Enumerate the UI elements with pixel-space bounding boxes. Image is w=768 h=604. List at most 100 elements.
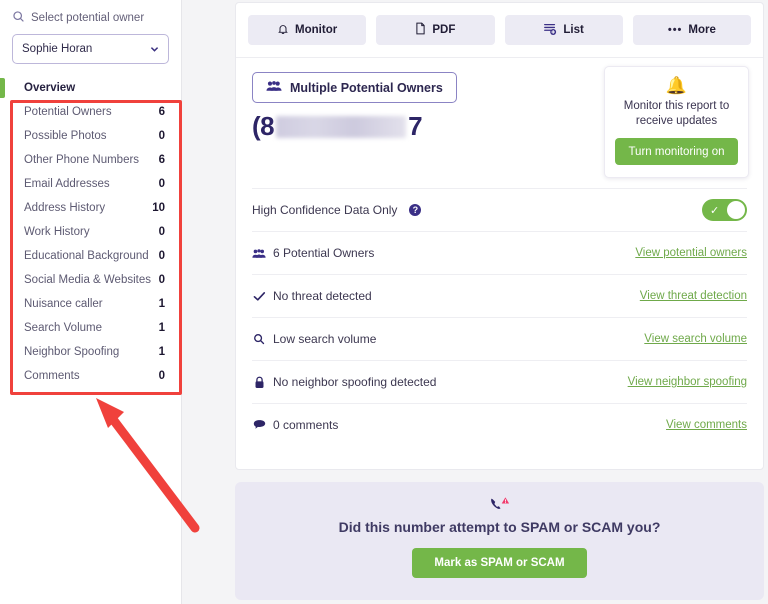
sidebar: Select potential owner Sophie Horan Over… [0, 0, 182, 604]
sidebar-item-count: 0 [158, 178, 165, 190]
sidebar-item-email-addresses[interactable]: Email Addresses 0 [0, 172, 181, 196]
phone-alert-icon [488, 496, 512, 516]
owner-select-dropdown[interactable]: Sophie Horan [12, 34, 169, 64]
view-potential-owners-link[interactable]: View potential owners [635, 247, 747, 259]
multiple-potential-owners-badge[interactable]: Multiple Potential Owners [252, 72, 457, 103]
sidebar-item-label: Email Addresses [24, 178, 110, 190]
sidebar-item-possible-photos[interactable]: Possible Photos 0 [0, 124, 181, 148]
monitor-promo-card: 🔔 Monitor this report to receive updates… [604, 66, 749, 178]
sidebar-item-count: 0 [158, 130, 165, 142]
view-neighbor-spoofing-link[interactable]: View neighbor spoofing [628, 376, 747, 388]
report-summary-rows: High Confidence Data Only ? ✓ 6 Potentia… [236, 188, 763, 446]
sidebar-item-count: 10 [152, 202, 165, 214]
turn-monitoring-on-button[interactable]: Turn monitoring on [615, 138, 738, 165]
sidebar-item-label: Educational Background [24, 250, 149, 262]
row-text: No threat detected [273, 289, 372, 303]
sidebar-item-count: 0 [158, 274, 165, 286]
high-confidence-row: High Confidence Data Only ? ✓ [252, 188, 747, 231]
sidebar-item-label: Potential Owners [24, 106, 112, 118]
row-left: Low search volume [252, 332, 376, 346]
sidebar-item-count: 0 [158, 250, 165, 262]
sidebar-item-search-volume[interactable]: Search Volume 1 [0, 316, 181, 340]
phone-number-redacted [276, 115, 407, 138]
phone-number-prefix: (8 [252, 111, 275, 141]
sidebar-item-label: Overview [24, 82, 76, 94]
mark-as-spam-button[interactable]: Mark as SPAM or SCAM [412, 548, 587, 578]
report-header: Multiple Potential Owners (8 7 🔔 Monitor… [236, 58, 763, 188]
row-left: No threat detected [252, 289, 372, 303]
select-owner-label-text: Select potential owner [31, 12, 145, 24]
sidebar-item-count: 0 [158, 370, 165, 382]
row-left: No neighbor spoofing detected [252, 375, 436, 389]
document-icon [415, 22, 426, 38]
high-confidence-label: High Confidence Data Only [252, 203, 398, 217]
list-button[interactable]: List [504, 15, 623, 45]
sidebar-item-count: 1 [158, 322, 165, 334]
select-owner-label: Select potential owner [12, 10, 169, 26]
sidebar-item-social-media-websites[interactable]: Social Media & Websites 0 [0, 268, 181, 292]
sidebar-item-count: 0 [158, 226, 165, 238]
pdf-button[interactable]: PDF [376, 15, 495, 45]
lock-icon [252, 376, 266, 389]
sidebar-item-label: Nuisance caller [24, 298, 103, 310]
phone-number-suffix: 7 [408, 111, 423, 141]
sidebar-item-count: 6 [158, 154, 165, 166]
sidebar-item-neighbor-spoofing[interactable]: Neighbor Spoofing 1 [0, 340, 181, 364]
ellipsis-icon: ••• [667, 24, 683, 36]
owner-selector-section: Select potential owner Sophie Horan [0, 0, 181, 64]
sidebar-item-overview[interactable]: Overview [0, 76, 181, 100]
people-icon [252, 248, 266, 259]
report-toolbar: Monitor PDF List ••• More [236, 3, 763, 58]
sidebar-item-label: Other Phone Numbers [24, 154, 140, 166]
bell-icon [277, 23, 289, 38]
more-button[interactable]: ••• More [632, 15, 751, 45]
view-comments-link[interactable]: View comments [666, 419, 747, 431]
monitor-button[interactable]: Monitor [248, 15, 367, 45]
row-left: 6 Potential Owners [252, 246, 374, 260]
sidebar-item-educational-background[interactable]: Educational Background 0 [0, 244, 181, 268]
view-search-volume-link[interactable]: View search volume [644, 333, 747, 345]
row-text: Low search volume [273, 332, 377, 346]
sidebar-item-label: Neighbor Spoofing [24, 346, 120, 358]
row-text: 6 Potential Owners [273, 246, 375, 260]
sidebar-item-label: Address History [24, 202, 106, 214]
view-threat-detection-link[interactable]: View threat detection [640, 290, 747, 302]
app-root: Select potential owner Sophie Horan Over… [0, 0, 768, 604]
sidebar-item-other-phone-numbers[interactable]: Other Phone Numbers 6 [0, 148, 181, 172]
search-icon [252, 333, 266, 345]
sidebar-nav: Overview Potential Owners 6 Possible Pho… [0, 76, 181, 388]
spam-report-card: Did this number attempt to SPAM or SCAM … [235, 482, 764, 600]
sidebar-item-label: Work History [24, 226, 90, 238]
pdf-button-label: PDF [432, 24, 456, 36]
summary-row-comments: 0 comments View comments [252, 403, 747, 446]
report-card: Monitor PDF List ••• More Multiple Poten… [235, 2, 764, 470]
summary-row-potential-owners: 6 Potential Owners View potential owners [252, 231, 747, 274]
sidebar-item-count: 6 [158, 106, 165, 118]
sidebar-item-nuisance-caller[interactable]: Nuisance caller 1 [0, 292, 181, 316]
more-button-label: More [688, 24, 716, 36]
owner-select-value: Sophie Horan [22, 43, 93, 55]
sidebar-item-count: 1 [158, 346, 165, 358]
sidebar-item-work-history[interactable]: Work History 0 [0, 220, 181, 244]
help-icon[interactable]: ? [409, 204, 422, 216]
monitor-promo-text: Monitor this report to receive updates [623, 100, 730, 127]
high-confidence-toggle[interactable]: ✓ [702, 199, 747, 221]
monitor-button-label: Monitor [295, 24, 338, 36]
summary-row-neighbor-spoofing: No neighbor spoofing detected View neigh… [252, 360, 747, 403]
row-text: No neighbor spoofing detected [273, 375, 437, 389]
sidebar-item-label: Possible Photos [24, 130, 107, 142]
magnifier-icon [12, 10, 25, 26]
sidebar-item-comments[interactable]: Comments 0 [0, 364, 181, 388]
row-left: 0 comments [252, 418, 338, 432]
summary-row-search-volume: Low search volume View search volume [252, 317, 747, 360]
sidebar-item-potential-owners[interactable]: Potential Owners 6 [0, 100, 181, 124]
sidebar-item-label: Comments [24, 370, 80, 382]
sidebar-item-label: Search Volume [24, 322, 102, 334]
sidebar-item-address-history[interactable]: Address History 10 [0, 196, 181, 220]
multiple-potential-owners-label: Multiple Potential Owners [290, 80, 443, 95]
spam-question: Did this number attempt to SPAM or SCAM … [338, 519, 661, 535]
list-button-label: List [563, 24, 584, 36]
people-icon [266, 80, 282, 95]
add-to-list-icon [543, 22, 557, 39]
summary-row-threat-detection: No threat detected View threat detection [252, 274, 747, 317]
